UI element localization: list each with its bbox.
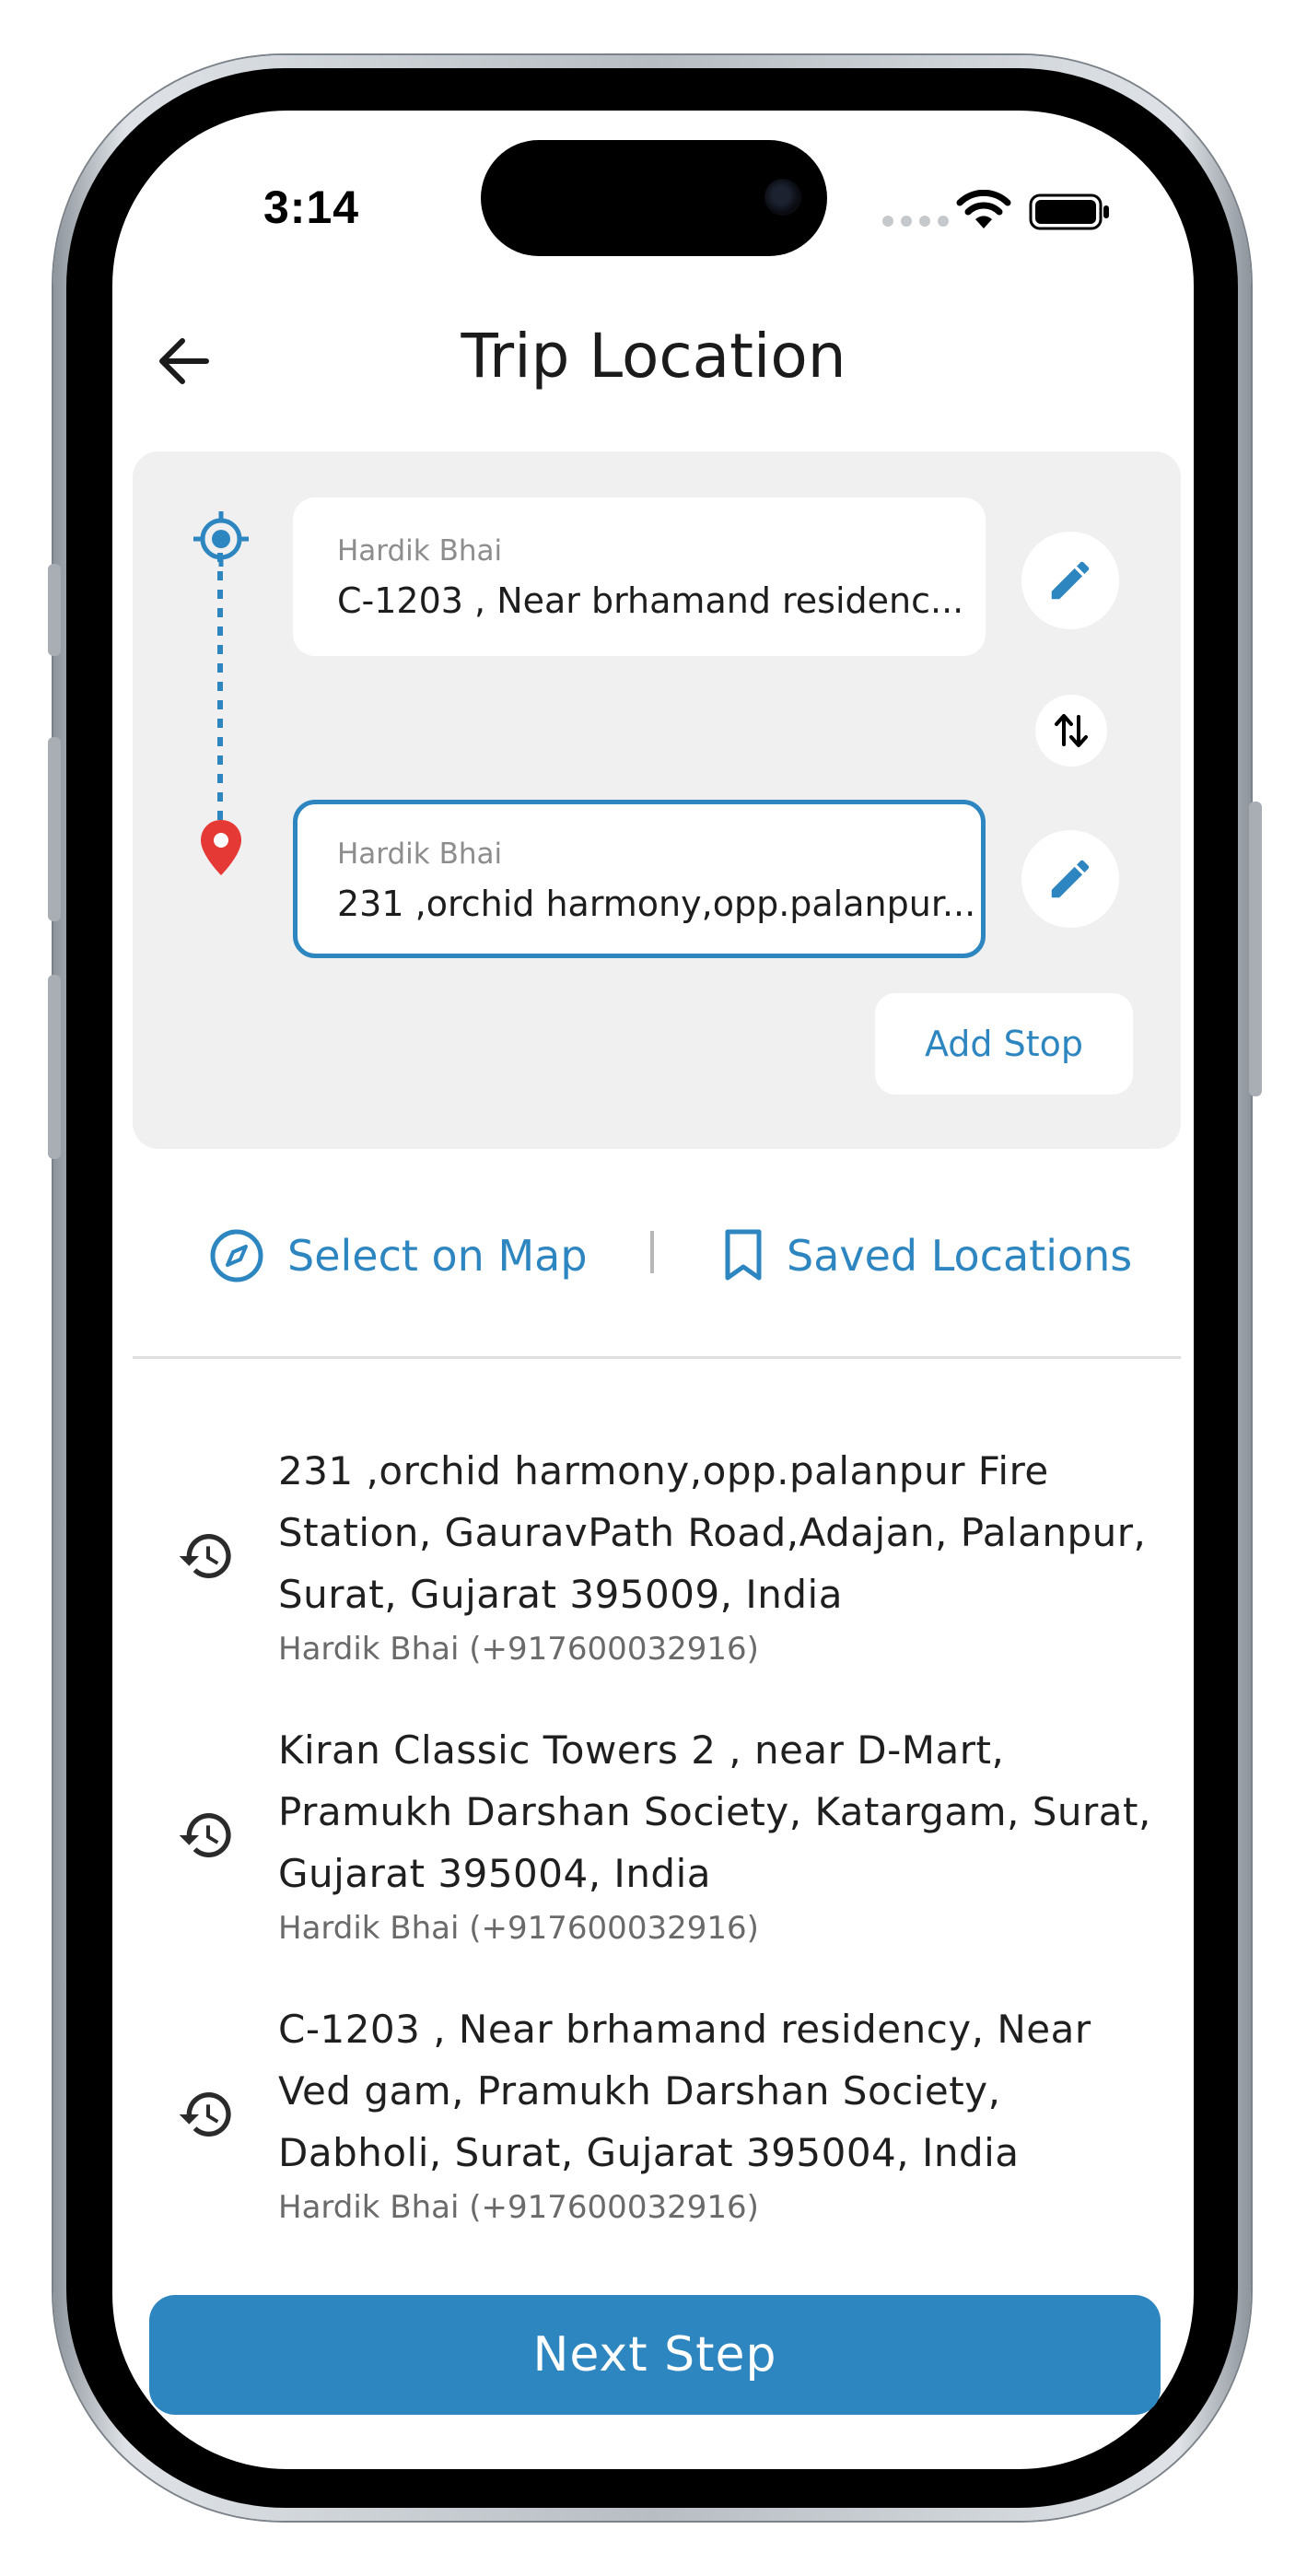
history-icon (179, 1813, 231, 1857)
compass-icon (210, 1229, 263, 1282)
route-dotted-line (217, 553, 223, 820)
dropoff-location-field[interactable]: Hardik Bhai 231 ,orchid harmony,opp.pala… (293, 800, 986, 958)
edit-pickup-button[interactable] (1021, 532, 1119, 629)
battery-icon (1029, 193, 1109, 230)
pickup-contact-name: Hardik Bhai (337, 534, 503, 568)
pickup-address: C-1203 , Near brhamand residenc... (337, 580, 964, 621)
history-text: Kiran Classic Towers 2 , near D-Mart, Pr… (278, 1719, 1162, 1947)
dropoff-address: 231 ,orchid harmony,opp.palanpur... (337, 884, 976, 924)
history-icon (179, 2092, 231, 2137)
location-pin-icon (201, 820, 241, 875)
select-on-map-label: Select on Map (287, 1231, 588, 1281)
edit-dropoff-button[interactable] (1021, 830, 1119, 928)
swap-locations-button[interactable] (1035, 695, 1107, 767)
status-time: 3:14 (263, 181, 360, 233)
pencil-icon (1051, 860, 1090, 898)
section-divider (133, 1356, 1181, 1359)
add-stop-button[interactable]: Add Stop (875, 993, 1133, 1095)
next-step-button[interactable]: Next Step (149, 2295, 1161, 2415)
history-icon (179, 1534, 231, 1578)
page-title: Trip Location (461, 321, 846, 392)
silent-switch (48, 564, 61, 656)
history-text: C-1203 , Near brhamand residency, Near V… (278, 1998, 1162, 2226)
history-contact: Hardik Bhai (+917600032916) (278, 2189, 759, 2226)
pickup-location-field[interactable]: Hardik Bhai C-1203 , Near brhamand resid… (293, 498, 986, 656)
pencil-icon (1051, 561, 1090, 600)
history-item[interactable]: C-1203 , Near brhamand residency, Near V… (133, 1998, 1181, 2231)
volume-up-button (48, 737, 61, 921)
history-contact: Hardik Bhai (+917600032916) (278, 1910, 759, 1947)
history-text: 231 ,orchid harmony,opp.palanpur Fire St… (278, 1440, 1162, 1668)
history-address: C-1203 , Near brhamand residency, Near V… (278, 2007, 1091, 2175)
history-address: Kiran Classic Towers 2 , near D-Mart, Pr… (278, 1727, 1151, 1896)
action-separator (650, 1231, 654, 1273)
dropoff-contact-name: Hardik Bhai (337, 837, 503, 871)
select-on-map-button[interactable]: Select on Map (208, 1221, 588, 1291)
cellular-signal-icon (882, 216, 949, 227)
saved-locations-label: Saved Locations (787, 1231, 1133, 1281)
power-button (1249, 802, 1262, 1096)
front-camera (764, 179, 801, 216)
volume-down-button (48, 975, 61, 1159)
bookmark-icon (725, 1229, 762, 1281)
saved-locations-button[interactable]: Saved Locations (722, 1221, 1132, 1291)
swap-vertical-icon (1055, 714, 1088, 747)
history-item[interactable]: Kiran Classic Towers 2 , near D-Mart, Pr… (133, 1719, 1181, 1951)
history-address: 231 ,orchid harmony,opp.palanpur Fire St… (278, 1448, 1147, 1617)
history-item[interactable]: 231 ,orchid harmony,opp.palanpur Fire St… (133, 1440, 1181, 1672)
wifi-icon (956, 190, 1011, 228)
history-contact: Hardik Bhai (+917600032916) (278, 1631, 759, 1668)
